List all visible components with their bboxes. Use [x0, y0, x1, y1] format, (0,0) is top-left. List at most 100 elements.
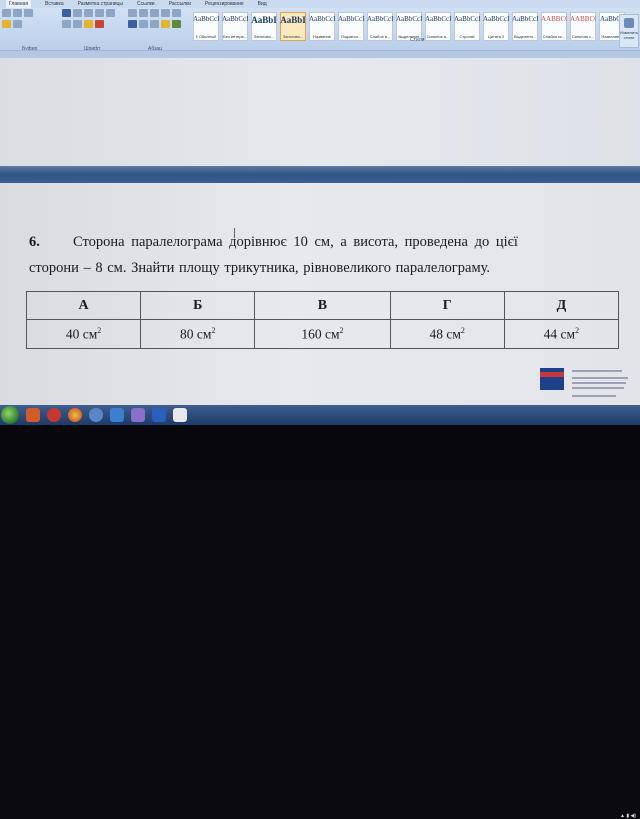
undo-icon[interactable]	[13, 20, 22, 28]
tab-view[interactable]: Вид	[258, 0, 267, 8]
unit-power: 2	[211, 325, 216, 335]
viber-icon[interactable]	[131, 408, 145, 422]
style-normal[interactable]: AaBbCcI ¶ Обычный	[193, 12, 219, 41]
chrome-icon[interactable]	[68, 408, 82, 422]
style-intense-quote[interactable]: AaBbCcI Выделенн...	[512, 12, 538, 41]
tab-review[interactable]: Рецензирование	[205, 0, 244, 8]
increase-indent-icon[interactable]	[161, 9, 170, 17]
format-painter-icon[interactable]	[2, 20, 11, 28]
style-heading-1[interactable]: AaBbI Заголово...	[251, 12, 277, 41]
bullets-icon[interactable]	[128, 9, 137, 17]
media-player-icon[interactable]	[26, 408, 40, 422]
answer-value-g: 48 см	[429, 326, 461, 342]
copy-icon[interactable]	[24, 9, 33, 17]
shading-icon[interactable]	[161, 20, 170, 28]
style-quote-2[interactable]: AaBbCcI Цитата 2	[483, 12, 509, 41]
style-no-spacing[interactable]: AaBbCcI Без интерв...	[222, 12, 248, 41]
italic-icon[interactable]	[73, 9, 82, 17]
change-styles-icon	[624, 18, 634, 28]
answer-letter-a: А	[25, 291, 142, 320]
style-subtle-emphasis[interactable]: AaBbCcI Слабое в...	[367, 12, 393, 41]
paste-icon[interactable]	[2, 9, 11, 17]
clipboard-group: Буфер	[2, 9, 50, 52]
document-icon[interactable]	[173, 408, 187, 422]
monitor-bezel	[0, 425, 640, 480]
answer-letter-b: Б	[140, 291, 256, 320]
style-heading-2[interactable]: AaBbI Заголово...	[280, 12, 306, 41]
skype-icon[interactable]	[89, 408, 103, 422]
style-subtitle[interactable]: AaBbCcI Подзагол...	[338, 12, 364, 41]
watermark-line	[572, 370, 622, 372]
publisher-watermark	[540, 368, 630, 404]
align-center-icon[interactable]	[139, 20, 148, 28]
unit-power: 2	[575, 325, 580, 335]
underline-icon[interactable]	[84, 9, 93, 17]
watermark-line	[572, 382, 626, 384]
app-icon[interactable]	[110, 408, 124, 422]
style-strong[interactable]: AaBbCcI Строгий	[454, 12, 480, 41]
cut-icon[interactable]	[13, 9, 22, 17]
answer-value-d: 44 см	[543, 326, 576, 342]
tab-home[interactable]: Главная	[6, 0, 32, 8]
styles-label: Стили	[410, 37, 425, 43]
answer-letters-row: А Б В Г Д	[25, 291, 620, 320]
answer-letter-v: В	[254, 291, 391, 320]
taskbar: ▲ ▮ ◀)	[0, 405, 640, 819]
tab-insert[interactable]: Вставка	[45, 0, 64, 8]
answer-value-b: 80 см	[180, 326, 212, 342]
watermark-line	[572, 387, 624, 389]
tab-references[interactable]: Ссылки	[137, 0, 155, 8]
align-left-icon[interactable]	[128, 20, 137, 28]
change-styles-button[interactable]: Изменить стили	[619, 14, 639, 48]
problem-text-line-1: Сторона паралелограма дорівнює 10 см, а …	[73, 234, 518, 250]
font-grow-icon[interactable]	[95, 9, 104, 17]
start-button[interactable]	[1, 406, 19, 424]
style-intense-emphasis[interactable]: AaBbCcI Сильное в...	[425, 12, 451, 41]
publisher-logo	[540, 368, 564, 390]
answer-cell-a: 40 см2	[25, 319, 142, 349]
subscript-icon[interactable]	[73, 20, 82, 28]
page-separator	[0, 166, 640, 183]
style-intense-reference[interactable]: AABBCCIСильная с...	[570, 12, 596, 41]
document-page-previous	[0, 58, 640, 166]
sort-icon[interactable]	[172, 9, 181, 17]
unit-power: 2	[460, 325, 465, 335]
problem-number: 6.	[29, 234, 40, 250]
style-subtle-reference[interactable]: AABBCCIСлабая сс...	[541, 12, 567, 41]
styles-gallery: AaBbCcI ¶ Обычный AaBbCcI Без интерв... Aa…	[193, 12, 625, 41]
system-tray[interactable]: ▲ ▮ ◀)	[620, 813, 636, 819]
change-styles-label: Изменить стили	[620, 30, 639, 40]
answer-cell-b: 80 см2	[140, 319, 256, 349]
paragraph-group: Абзац	[128, 9, 188, 52]
bold-icon[interactable]	[62, 9, 71, 17]
highlight-icon[interactable]	[84, 20, 93, 28]
font-shrink-icon[interactable]	[106, 9, 115, 17]
ribbon-tabs: Главная Вставка Разметка страницы Ссылки…	[0, 0, 640, 8]
word-icon[interactable]	[152, 408, 166, 422]
answer-values-row: 40 см2 80 см2 160 см2 48 см2 44 см2	[25, 319, 620, 349]
answer-cell-g: 48 см2	[389, 319, 505, 349]
answer-cell-v: 160 см2	[254, 319, 391, 349]
strikethrough-icon[interactable]	[62, 20, 71, 28]
align-right-icon[interactable]	[150, 20, 159, 28]
unit-power: 2	[97, 325, 102, 335]
answer-letter-g: Г	[389, 291, 505, 320]
style-title[interactable]: AaBbCcI Название	[309, 12, 335, 41]
font-color-icon[interactable]	[95, 20, 104, 28]
watermark-line	[572, 377, 628, 379]
decrease-indent-icon[interactable]	[150, 9, 159, 17]
answer-value-v: 160 см	[301, 326, 340, 342]
opera-icon[interactable]	[47, 408, 61, 422]
watermark-line	[572, 395, 616, 397]
answer-options-table: А Б В Г Д 40 см2 80 см2 160 см2 48 см2 4…	[25, 291, 620, 349]
font-group: Шрифт	[62, 9, 124, 52]
unit-power: 2	[339, 325, 344, 335]
tab-mailings[interactable]: Рассылки	[169, 0, 191, 8]
problem-text-line-2: сторони – 8 см. Знайти площу трикутника,…	[29, 260, 491, 276]
answer-letter-d: Д	[503, 291, 620, 320]
borders-icon[interactable]	[172, 20, 181, 28]
tab-page-layout[interactable]: Разметка страницы	[78, 0, 123, 8]
answer-value-a: 40 см	[65, 326, 98, 342]
numbering-icon[interactable]	[139, 9, 148, 17]
problem-6: 6. Сторона паралелограма дорівнює 10 см,…	[29, 234, 624, 277]
